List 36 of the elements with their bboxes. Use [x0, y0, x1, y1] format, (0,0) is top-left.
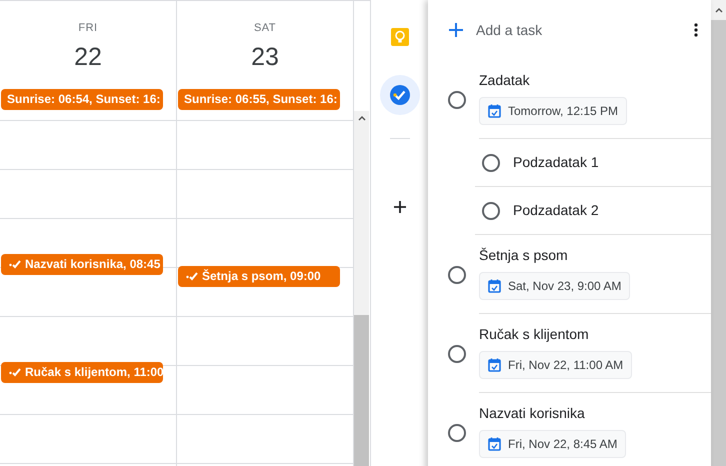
add-icon[interactable] [448, 22, 464, 38]
check-icon [9, 259, 21, 269]
check-circle-icon [388, 84, 410, 106]
calendar-icon [488, 358, 501, 372]
check-icon [9, 367, 21, 377]
task-checkbox[interactable] [448, 90, 466, 108]
day-number[interactable]: 23 [177, 42, 353, 72]
task-checkbox[interactable] [448, 344, 466, 362]
lightbulb-icon [390, 27, 410, 47]
calendar-icon [488, 279, 501, 293]
day-name: FRI [77, 21, 99, 36]
task-title[interactable]: Nazvati korisnika [479, 403, 711, 424]
task-checkbox[interactable] [448, 266, 466, 284]
check-icon [186, 271, 198, 281]
subtask-title[interactable]: Podzadatak 1 [513, 152, 599, 173]
calendar-icon [488, 104, 501, 118]
task-checkbox[interactable] [482, 154, 500, 172]
tasks-button[interactable] [380, 75, 420, 115]
calendar-icon [488, 437, 501, 451]
subtask-title[interactable]: Podzadatak 2 [513, 200, 599, 221]
due-date-chip[interactable]: Tomorrow, 12:15 PM [479, 97, 628, 125]
task-checkbox[interactable] [448, 424, 466, 442]
due-date-chip[interactable]: Fri, Nov 22, 8:45 AM [479, 430, 626, 458]
add-task-field[interactable]: Add a task [476, 20, 676, 40]
due-date-chip[interactable]: Sat, Nov 23, 9:00 AM [479, 272, 630, 300]
task-title[interactable]: Šetnja s psom [479, 245, 711, 266]
plus-icon [392, 200, 406, 214]
more-options-icon[interactable] [694, 23, 698, 37]
task-checkbox[interactable] [482, 202, 500, 220]
day-name: SAT [252, 21, 278, 36]
day-number[interactable]: 22 [0, 42, 176, 72]
task-title[interactable]: Zadatak [479, 70, 711, 91]
due-date-chip[interactable]: Fri, Nov 22, 11:00 AM [479, 351, 632, 379]
task-title[interactable]: Ručak s klijentom [479, 324, 711, 345]
scrollbar-thumb[interactable] [354, 315, 369, 466]
scroll-up-icon[interactable] [711, 0, 726, 20]
